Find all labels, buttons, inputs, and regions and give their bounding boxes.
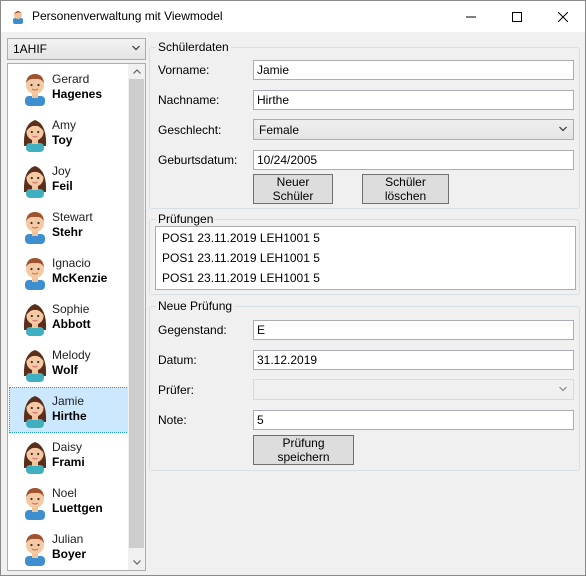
student-list-item[interactable]: Ignacio McKenzie — [9, 249, 129, 295]
chevron-down-icon — [132, 45, 140, 51]
student-last-name: Hirthe — [52, 409, 87, 423]
student-list-items: Gerard Hagenes Amy Toy Joy Feil Stewart Stehr Ig… — [9, 65, 129, 570]
geschlecht-select[interactable]: Female — [253, 119, 574, 140]
vorname-field[interactable]: Jamie — [253, 60, 574, 80]
student-last-name: Hagenes — [52, 87, 103, 101]
student-list-item[interactable]: Amy Toy — [9, 111, 129, 157]
datum-field[interactable]: 31.12.2019 — [253, 350, 574, 370]
scroll-down-button[interactable] — [128, 555, 145, 570]
exam-list-item[interactable]: POS1 23.11.2019 LEH1001 5 — [162, 271, 320, 285]
class-select-value: 1AHIF — [13, 42, 48, 56]
student-first-name: Daisy — [52, 440, 83, 454]
chevron-up-icon — [132, 69, 141, 74]
female-avatar-icon — [20, 438, 50, 474]
close-button[interactable] — [540, 1, 586, 32]
note-field[interactable]: 5 — [253, 410, 574, 430]
student-last-name: Wolf — [52, 363, 78, 377]
student-last-name: Feil — [52, 179, 73, 193]
minimize-button[interactable] — [448, 1, 494, 32]
student-first-name: Melody — [52, 348, 91, 362]
chevron-down-icon — [559, 126, 567, 132]
window-title: Personenverwaltung mit Viewmodel — [32, 9, 223, 23]
geschlecht-label: Geschlecht: — [158, 123, 222, 137]
new-student-button[interactable]: Neuer Schüler — [253, 174, 333, 204]
student-last-name: Frami — [52, 455, 85, 469]
pruefer-select[interactable] — [253, 379, 574, 400]
person-icon — [13, 11, 23, 24]
exam-list[interactable]: POS1 23.11.2019 LEH1001 5 POS1 23.11.201… — [155, 226, 576, 290]
student-first-name: Gerard — [52, 72, 90, 86]
student-list[interactable]: Gerard Hagenes Amy Toy Joy Feil Stewart Stehr Ig… — [7, 63, 146, 571]
student-last-name: McKenzie — [52, 271, 108, 285]
gegenstand-field[interactable]: E — [253, 320, 574, 340]
student-first-name: Ignacio — [52, 256, 91, 270]
student-first-name: Jamie — [52, 394, 85, 408]
student-first-name: Noel — [52, 486, 77, 500]
student-first-name: Amy — [52, 118, 76, 132]
close-icon — [558, 11, 568, 22]
datum-label: Datum: — [158, 353, 197, 367]
neue-pruefung-group: Neue Prüfung Gegenstand: E Datum: 31.12.… — [149, 299, 580, 471]
student-first-name: Julian — [52, 532, 84, 546]
chevron-down-icon — [132, 560, 141, 565]
female-avatar-icon — [20, 392, 50, 428]
nachname-field[interactable]: Hirthe — [253, 90, 574, 110]
student-first-name: Joy — [52, 164, 71, 178]
female-avatar-icon — [20, 346, 50, 382]
male-avatar-icon — [20, 70, 50, 106]
chevron-down-icon — [559, 386, 567, 392]
student-last-name: Luettgen — [52, 501, 103, 515]
scroll-up-button[interactable] — [128, 64, 145, 79]
save-exam-button[interactable]: Prüfung speichern — [253, 435, 354, 465]
class-select[interactable]: 1AHIF — [7, 38, 146, 60]
student-last-name: Boyer — [52, 547, 87, 561]
female-avatar-icon — [20, 116, 50, 152]
male-avatar-icon — [20, 484, 50, 520]
student-list-item[interactable]: Noel Luettgen — [9, 479, 129, 525]
geburtsdatum-label: Geburtsdatum: — [158, 153, 238, 167]
student-list-scrollbar[interactable] — [128, 64, 145, 570]
neue-pruefung-legend: Neue Prüfung — [156, 299, 235, 313]
female-avatar-icon — [20, 300, 50, 336]
maximize-icon — [512, 11, 522, 22]
geschlecht-value: Female — [259, 123, 300, 137]
student-list-item[interactable]: Stewart Stehr — [9, 203, 129, 249]
male-avatar-icon — [20, 254, 50, 290]
student-last-name: Abbott — [52, 317, 91, 331]
student-list-item[interactable]: Sophie Abbott — [9, 295, 129, 341]
student-list-item[interactable]: Julian Boyer — [9, 525, 129, 570]
student-list-item[interactable]: Jamie Hirthe — [9, 387, 129, 433]
student-first-name: Sophie — [52, 302, 90, 316]
pruefungen-legend: Prüfungen — [156, 212, 216, 226]
student-first-name: Stewart — [52, 210, 93, 224]
student-last-name: Stehr — [52, 225, 83, 239]
geburtsdatum-field[interactable]: 10/24/2005 — [253, 150, 574, 170]
note-label: Note: — [158, 413, 187, 427]
vorname-label: Vorname: — [158, 63, 210, 77]
nachname-label: Nachname: — [158, 93, 220, 107]
student-last-name: Toy — [52, 133, 73, 147]
minimize-icon — [466, 16, 476, 17]
exam-list-item[interactable]: POS1 23.11.2019 LEH1001 5 — [162, 231, 320, 245]
student-list-item[interactable]: Gerard Hagenes — [9, 65, 129, 111]
student-list-item[interactable]: Joy Feil — [9, 157, 129, 203]
exam-list-item[interactable]: POS1 23.11.2019 LEH1001 5 — [162, 251, 320, 265]
male-avatar-icon — [20, 208, 50, 244]
pruefer-label: Prüfer: — [158, 383, 195, 397]
scrollbar-thumb[interactable] — [129, 79, 144, 548]
maximize-button[interactable] — [494, 1, 540, 32]
title-bar[interactable]: Personenverwaltung mit Viewmodel — [1, 1, 585, 32]
gegenstand-label: Gegenstand: — [158, 323, 227, 337]
pruefungen-group: Prüfungen POS1 23.11.2019 LEH1001 5 POS1… — [149, 212, 580, 295]
male-avatar-icon — [20, 530, 50, 566]
female-avatar-icon — [20, 162, 50, 198]
student-list-item[interactable]: Daisy Frami — [9, 433, 129, 479]
student-list-item[interactable]: Melody Wolf — [9, 341, 129, 387]
schuelerdaten-legend: Schülerdaten — [156, 40, 231, 54]
delete-student-button[interactable]: Schüler löschen — [362, 174, 449, 204]
schuelerdaten-group: Schülerdaten Vorname: Jamie Nachname: Hi… — [149, 40, 580, 209]
main-window: Personenverwaltung mit Viewmodel 1AHIF G… — [0, 0, 586, 576]
